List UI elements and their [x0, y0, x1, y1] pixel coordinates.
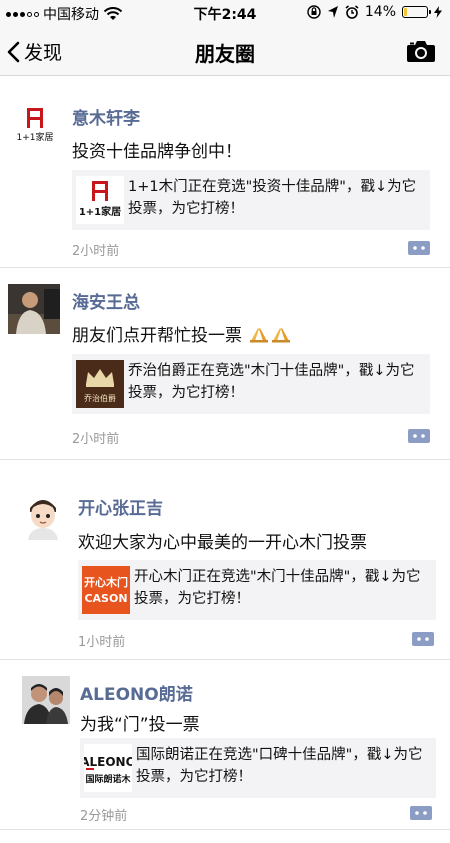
post-text: 欢迎大家为心中最美的一开心木门投票	[78, 533, 367, 553]
moment-post: 开心张正吉 欢迎大家为心中最美的一开心木门投票 开心木门 CASON 开心木门正…	[0, 474, 450, 660]
post-text: 为我“门”投一票	[80, 715, 200, 735]
post-time: 1小时前	[78, 635, 126, 650]
avatar[interactable]: 1+1家居	[12, 102, 58, 148]
link-card[interactable]: 1+1家居 1+1木门正在竞选"投资十佳品牌"，戳↓为它投票，为它打榜！	[72, 170, 430, 230]
camera-icon[interactable]	[406, 39, 436, 63]
link-card[interactable]: 开心木门 CASON 开心木门正在竞选"木门十佳品牌"，戳↓为它投票，为它打榜！	[78, 560, 436, 620]
link-title: 乔治伯爵正在竞选"木门十佳品牌"，戳↓为它投票，为它打榜！	[128, 363, 415, 401]
svg-text:CASON: CASON	[84, 592, 127, 605]
person-photo-icon	[22, 676, 70, 724]
brand-logo-icon: 1+1家居	[76, 176, 124, 224]
link-title: 开心木门正在竞选"木门十佳品牌"，戳↓为它投票，为它打榜！	[134, 569, 421, 607]
avatar[interactable]	[18, 490, 68, 540]
brand-logo-icon: ALEONO 国际朗诺木	[84, 744, 132, 792]
svg-text:1+1家居: 1+1家居	[17, 131, 54, 143]
link-thumbnail: ALEONO 国际朗诺木	[84, 744, 132, 792]
post-time: 2小时前	[72, 432, 120, 447]
charging-icon	[434, 6, 442, 18]
post-time: 2分钟前	[80, 809, 128, 824]
status-right: 14%	[307, 4, 442, 20]
brand-logo-icon: 1+1家居	[12, 102, 58, 148]
author-name[interactable]: 海安王总	[72, 288, 140, 313]
comment-icon[interactable]	[408, 241, 430, 255]
person-photo-icon	[8, 284, 60, 334]
link-title: 1+1木门正在竞选"投资十佳品牌"，戳↓为它投票，为它打榜！	[128, 179, 417, 217]
author-name[interactable]: ALEONO朗诺	[80, 680, 193, 705]
link-thumbnail: 1+1家居	[76, 176, 124, 224]
praying-hands-icon	[250, 328, 269, 343]
location-icon	[327, 6, 338, 18]
svg-text:ALEONO: ALEONO	[84, 755, 132, 769]
battery-percent: 14%	[364, 4, 396, 20]
post-text: 朋友们点开帮忙投一票	[72, 321, 291, 346]
nav-bar: 发现 朋友圈	[0, 26, 450, 76]
comment-icon[interactable]	[410, 806, 432, 820]
page-title: 朋友圈	[195, 42, 255, 66]
link-thumbnail: 开心木门 CASON	[82, 566, 130, 614]
link-card[interactable]: 乔治伯爵 乔治伯爵正在竞选"木门十佳品牌"，戳↓为它投票，为它打榜！	[72, 354, 430, 414]
comment-icon[interactable]	[408, 429, 430, 443]
svg-text:1+1家居: 1+1家居	[79, 205, 121, 218]
crown-logo-icon: 乔治伯爵	[76, 360, 124, 408]
avatar[interactable]	[8, 284, 60, 334]
author-name[interactable]: 开心张正吉	[78, 494, 163, 519]
praying-hands-icon	[272, 328, 291, 343]
link-thumbnail: 乔治伯爵	[76, 360, 124, 408]
svg-text:乔治伯爵: 乔治伯爵	[84, 393, 116, 403]
comment-icon[interactable]	[412, 632, 434, 646]
alarm-icon	[345, 5, 359, 19]
battery-icon	[402, 6, 431, 18]
status-bar: 中国移动 下午2:44 14%	[0, 0, 450, 26]
svg-text:开心木门: 开心木门	[84, 575, 128, 589]
author-name[interactable]: 意木轩李	[72, 104, 140, 129]
cartoon-avatar-icon	[18, 490, 68, 540]
svg-text:国际朗诺木: 国际朗诺木	[85, 773, 131, 785]
avatar[interactable]	[22, 676, 70, 724]
link-card[interactable]: ALEONO 国际朗诺木 国际朗诺正在竞选"口碑十佳品牌"，戳↓为它投票，为它打…	[80, 738, 436, 798]
moment-post: 1+1家居 意木轩李 投资十佳品牌争创中！ 1+1家居 1+1木门正在竞选"投资	[0, 84, 450, 268]
brand-logo-icon: 开心木门 CASON	[82, 566, 130, 614]
link-title: 国际朗诺正在竞选"口碑十佳品牌"，戳↓为它投票，为它打榜！	[136, 747, 423, 785]
post-text: 投资十佳品牌争创中！	[72, 142, 242, 162]
orientation-lock-icon	[307, 5, 321, 19]
moment-post: 海安王总 朋友们点开帮忙投一票 乔治伯爵 乔治伯爵正在竞选"木门十佳品牌"，戳↓…	[0, 268, 450, 460]
post-time: 2小时前	[72, 244, 120, 259]
moment-post: ALEONO朗诺 为我“门”投一票 ALEONO 国际朗诺木 国际朗诺正在竞选"…	[0, 660, 450, 830]
post-text-label: 朋友们点开帮忙投一票	[72, 326, 242, 346]
wechat-moments-screen: 中国移动 下午2:44 14% 发现 朋友圈 1+1家居 意木轩李 投资十佳品牌…	[0, 0, 450, 843]
